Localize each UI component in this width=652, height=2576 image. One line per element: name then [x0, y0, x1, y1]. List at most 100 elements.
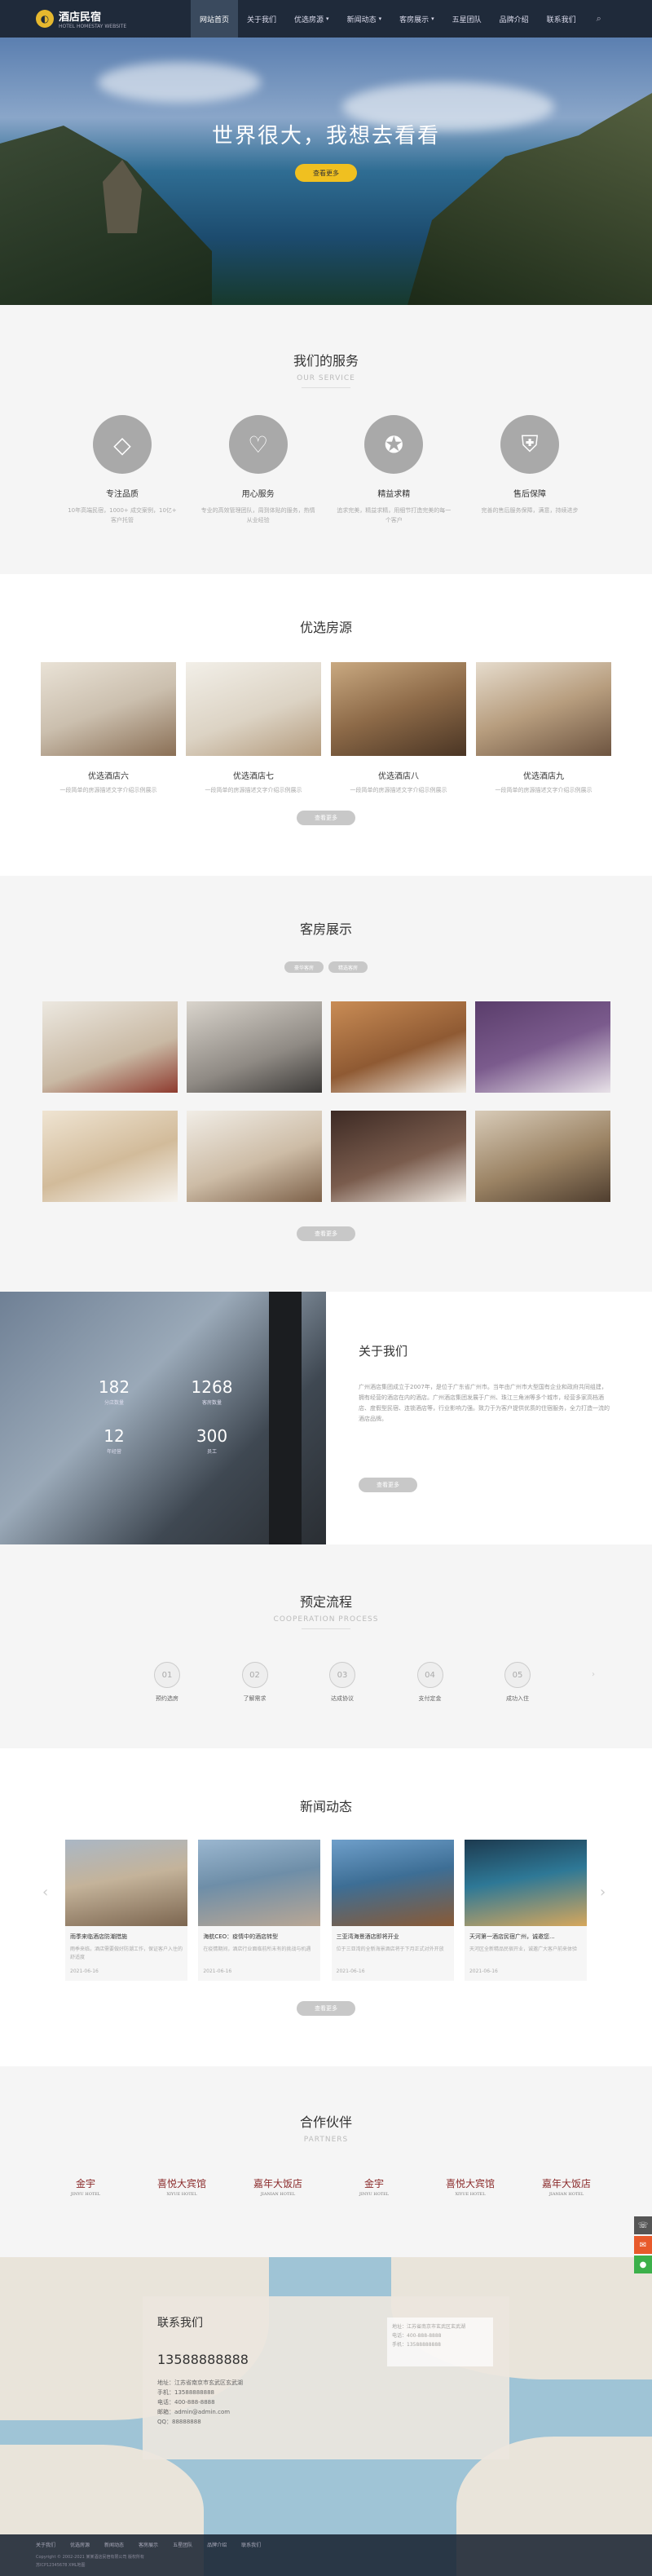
gallery-more-button[interactable]: 查看更多 — [297, 1226, 355, 1241]
service-desc: 10年高端民宿，1000+ 成交案例，10亿+ 客户托管 — [68, 507, 177, 524]
gallery-image[interactable] — [331, 1111, 466, 1202]
gallery-image[interactable] — [187, 1111, 322, 1202]
room-card[interactable]: 优选酒店七 一段简单的房源描述文字介绍示例展示 — [186, 662, 321, 794]
service-name: 用心服务 — [241, 490, 275, 499]
footer-link[interactable]: 新闻动态 — [104, 2541, 124, 2548]
room-name[interactable]: 优选酒店六 — [41, 769, 176, 781]
partner-sub: XIYUE HOTEL — [455, 2192, 486, 2197]
carousel-prev-icon[interactable]: ‹ — [42, 1884, 48, 1901]
footer-link[interactable]: 联系我们 — [241, 2541, 261, 2548]
footer-link[interactable]: 优选房源 — [70, 2541, 90, 2548]
nav-item[interactable]: 网站首页 — [191, 0, 239, 38]
news-card[interactable]: 三亚湾海景酒店即将开业 位于三亚湾的全新海景酒店将于下月正式对外开放 2021-06… — [331, 1840, 454, 1981]
footer-link[interactable]: 客房展示 — [139, 2541, 158, 2548]
footer-link[interactable]: 关于我们 — [36, 2541, 55, 2548]
gallery-tab[interactable]: 精选客房 — [328, 961, 368, 973]
partner-logo[interactable]: 嘉年大饭店 JIANIAN HOTEL — [241, 2176, 315, 2197]
news-card[interactable]: 雨季来临酒店防潮措施 雨季来临，酒店需要做好防潮工作，保证客户入住的舒适度 2021… — [65, 1840, 187, 1981]
room-card[interactable]: 优选酒店六 一段简单的房源描述文字介绍示例展示 — [41, 662, 176, 794]
partner-sub: JINYU HOTEL — [359, 2192, 390, 2197]
room-card[interactable]: 优选酒店八 一段简单的房源描述文字介绍示例展示 — [331, 662, 466, 794]
news-title[interactable]: 天河第一酒店民宿广州，诚邀您... — [469, 1933, 582, 1941]
nav-item[interactable]: 品牌介绍 — [491, 0, 538, 38]
room-image[interactable] — [476, 662, 611, 756]
news-title[interactable]: 三亚湾海景酒店即将开业 — [337, 1933, 449, 1941]
rooms-section: 优选房源 优选酒店六 一段简单的房源描述文字介绍示例展示 优选酒店七 一段简单的房源描… — [0, 574, 652, 876]
step-label: 预约选房 — [156, 1695, 178, 1702]
gallery-image[interactable] — [42, 1111, 178, 1202]
partner-sub: XIYUE HOTEL — [166, 2192, 197, 2197]
gallery-image[interactable] — [187, 1001, 322, 1093]
news-image[interactable] — [331, 1840, 454, 1926]
services-subtitle: OUR SERVICE — [297, 374, 355, 382]
room-name[interactable]: 优选酒店八 — [331, 769, 466, 781]
gallery-image[interactable] — [475, 1001, 610, 1093]
rooms-list: 优选酒店六 一段简单的房源描述文字介绍示例展示 优选酒店七 一段简单的房源描述文字介绍… — [41, 662, 611, 794]
nav-item[interactable]: 关于我们 — [238, 0, 285, 38]
news-date: 2021-06-16 — [469, 1968, 498, 1974]
contact-email[interactable]: 邮箱：admin@admin.com — [157, 2407, 243, 2417]
nav-item[interactable]: 五星团队 — [443, 0, 491, 38]
partner-sub: JIANIAN HOTEL — [548, 2192, 584, 2197]
partners-title: 合作伙伴 — [299, 2114, 352, 2130]
partner-logo[interactable]: 喜悦大宾馆 XIYUE HOTEL — [145, 2176, 218, 2197]
footer-bar: 关于我们 优选房源 新闻动态 客房展示 五星团队 品牌介绍 联系我们 Copyright ©… — [0, 2534, 652, 2576]
nav-label: 网站首页 — [200, 15, 230, 24]
footer-link[interactable]: 五星团队 — [173, 2541, 192, 2548]
about-more-button[interactable]: 查看更多 — [359, 1478, 417, 1492]
news-image[interactable] — [198, 1840, 321, 1926]
message-icon[interactable]: ✉ — [634, 2236, 652, 2254]
footer-link[interactable]: 品牌介绍 — [207, 2541, 227, 2548]
carousel-next-icon[interactable]: › — [600, 1884, 606, 1901]
news-card[interactable]: 海航CEO：疫情中的酒店转型 在疫情期间，酒店行业面临前所未有的挑战与机遇 2021… — [198, 1840, 321, 1981]
stat-label: 客房数量 — [201, 1400, 222, 1406]
partner-sub: JINYU HOTEL — [70, 2192, 101, 2197]
room-name[interactable]: 优选酒店九 — [476, 769, 611, 781]
gallery-tab[interactable]: 豪华客房 — [284, 961, 324, 973]
logo-subtext: HOTEL HOMESTAY WEBSITE — [59, 24, 127, 29]
about-body: 广州酒店集团成立于2007年，是位于广东省广州市。当年由广州市大型国有企业和政府… — [359, 1384, 610, 1422]
rooms-more-button[interactable]: 查看更多 — [297, 811, 355, 825]
news-date: 2021-06-16 — [203, 1968, 232, 1974]
partner-name: 喜悦大宾馆 — [445, 2178, 495, 2189]
service-item: ✪ 精益求精 追求完美，精益求精，用细节打造完美的每一个客户 — [337, 415, 451, 525]
room-image[interactable] — [331, 662, 466, 756]
contact-phone[interactable]: 13588888888 — [157, 2352, 249, 2367]
news-image[interactable] — [65, 1840, 187, 1926]
process-steps: 01 预约选房 02 了解需求 03 达成协议 04 支付定金 05 成功入住 › — [139, 1662, 595, 1703]
partner-logo[interactable]: 金宇 JINYU HOTEL — [49, 2176, 122, 2197]
stat-number: 12 — [104, 1426, 125, 1446]
news-section: 新闻动态 ‹ 雨季来临酒店防潮措施 雨季来临，酒店需要做好防潮工作，保证客户入住的… — [0, 1748, 652, 2066]
news-image[interactable] — [464, 1840, 587, 1926]
gallery-image[interactable] — [42, 1001, 178, 1093]
partner-logo[interactable]: 嘉年大饭店 JIANIAN HOTEL — [530, 2176, 603, 2197]
nav-item[interactable]: 联系我们 — [538, 0, 585, 38]
hero-more-button[interactable]: 查看更多 — [295, 164, 357, 182]
news-title[interactable]: 雨季来临酒店防潮措施 — [70, 1933, 183, 1941]
search-icon[interactable]: ⌕ — [597, 13, 601, 24]
room-card[interactable]: 优选酒店九 一段简单的房源描述文字介绍示例展示 — [476, 662, 611, 794]
gallery-image[interactable] — [331, 1001, 466, 1093]
main-nav: 网站首页 关于我们 优选房源 ▾ 新闻动态 ▾ 客房展示 ▾ 五星团队 品牌介绍 联系我们 — [191, 0, 585, 38]
wechat-icon[interactable]: ● — [634, 2256, 652, 2273]
contact-card: 联系我们 13588888888 地址：江苏省南京市玄武区玄武湖 手机：1358… — [143, 2296, 509, 2459]
nav-item[interactable]: 新闻动态 ▾ — [338, 0, 391, 38]
room-image[interactable] — [41, 662, 176, 756]
room-image[interactable] — [186, 662, 321, 756]
news-title[interactable]: 海航CEO：疫情中的酒店转型 — [203, 1933, 315, 1941]
site-logo[interactable]: ◐ 酒店民宿 HOTEL HOMESTAY WEBSITE — [36, 8, 191, 29]
step-label: 支付定金 — [418, 1695, 442, 1702]
news-card[interactable]: 天河第一酒店民宿广州，诚邀您... 天河区全新精品民宿开业，诚邀广大客户前来体验 2… — [464, 1840, 587, 1981]
nav-item[interactable]: 客房展示 ▾ — [390, 0, 443, 38]
phone-icon[interactable]: ☏ — [634, 2216, 652, 2234]
service-name: 专注品质 — [106, 490, 139, 499]
about-title: 关于我们 — [359, 1344, 408, 1359]
partner-logo[interactable]: 喜悦大宾馆 XIYUE HOTEL — [434, 2176, 507, 2197]
gallery-image[interactable] — [475, 1111, 610, 1202]
partner-logo[interactable]: 金宇 JINYU HOTEL — [337, 2176, 411, 2197]
nav-item[interactable]: 优选房源 ▾ — [285, 0, 338, 38]
icp-number[interactable]: 苏ICP12345678 XML地图 — [36, 2562, 86, 2568]
process-step: 02 了解需求 — [227, 1662, 284, 1703]
room-name[interactable]: 优选酒店七 — [186, 769, 321, 781]
news-more-button[interactable]: 查看更多 — [297, 2001, 355, 2016]
